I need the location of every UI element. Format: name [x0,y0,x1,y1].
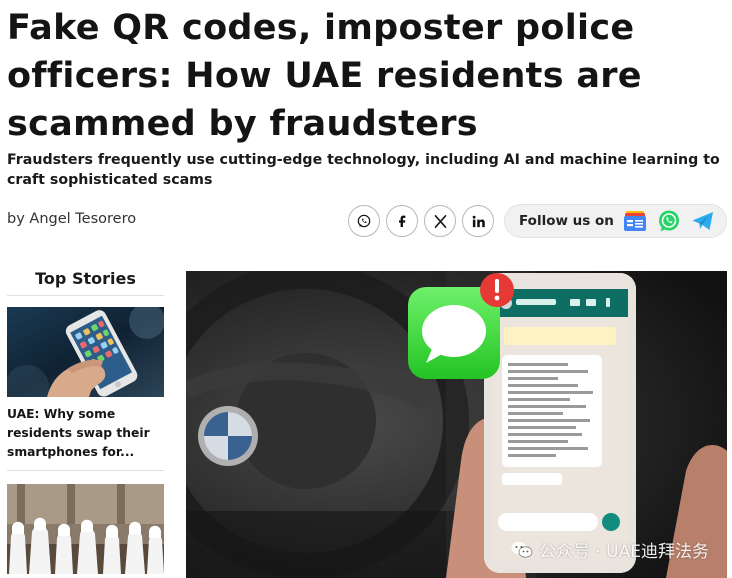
share-linkedin-button[interactable] [462,205,494,237]
article-subheadline: Fraudsters frequently use cutting-edge t… [7,152,720,188]
story-card[interactable] [7,484,164,574]
story-title[interactable]: UAE: Why some residents swap their smart… [7,405,164,462]
story-divider [7,470,164,471]
telegram-icon [692,212,713,230]
story-thumbnail-phone-hand[interactable] [7,307,164,397]
follow-whatsapp-button[interactable] [656,208,682,234]
wechat-icon [511,541,533,557]
share-x-button[interactable] [424,205,456,237]
article-byline[interactable]: by Angel Tesorero [7,211,136,227]
follow-telegram-button[interactable] [690,208,716,234]
google-news-icon [623,211,646,231]
hero-image-scam-sms: 公众号 · UAE迪拜法务 [186,271,727,578]
watermark-text: 公众号 · UAE迪拜法务 [538,542,709,562]
facebook-icon [399,215,406,227]
whatsapp-icon [357,214,371,228]
hero-watermark: 公众号 · UAE迪拜法务 [511,537,709,562]
x-icon [434,214,446,228]
whatsapp-icon [658,210,679,232]
follow-google-news-button[interactable] [622,208,648,234]
follow-us-label: Follow us on [519,213,614,229]
share-whatsapp-button[interactable] [348,205,380,237]
share-facebook-button[interactable] [386,205,418,237]
top-stories-sidebar: Top Stories UAE: Why some residents swap… [7,266,164,574]
follow-us-bar: Follow us on [504,204,727,238]
top-stories-heading: Top Stories [7,266,164,296]
story-thumbnail-majlis[interactable] [7,484,164,574]
share-buttons [348,205,494,237]
article-headline: Fake QR codes, imposter police officers:… [7,8,642,144]
story-card[interactable]: UAE: Why some residents swap their smart… [7,307,164,471]
linkedin-icon [472,215,485,227]
